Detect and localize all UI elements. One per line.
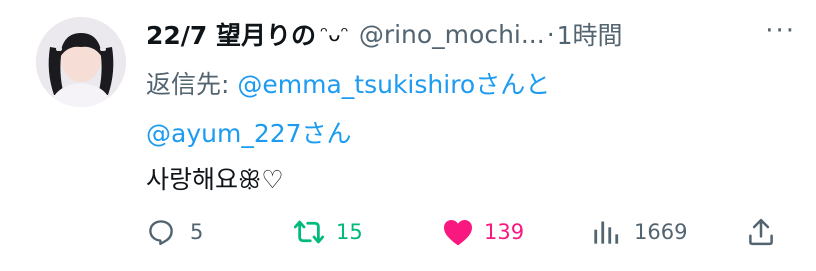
reply-suffix: さん [301, 119, 352, 148]
reply-and: さんと [475, 70, 551, 99]
retweet-icon [293, 220, 325, 244]
display-name[interactable]: 22/7 望月りの [146, 16, 316, 52]
views-button[interactable]: 1669 [592, 212, 687, 252]
mention-link[interactable]: @ayum_227 [146, 119, 302, 148]
reply-button[interactable]: 5 [146, 212, 203, 252]
like-button[interactable]: 139 [442, 212, 524, 252]
retweet-count: 15 [336, 220, 363, 244]
reply-context: 返信先: @emma_tsukishiroさんと @ayum_227さん [146, 60, 566, 158]
timestamp[interactable]: 1時間 [557, 16, 623, 52]
avatar[interactable] [36, 17, 126, 107]
share-button[interactable] [746, 212, 776, 252]
heart-icon [444, 220, 472, 246]
avatar-image [36, 17, 126, 107]
mention-link[interactable]: @emma_tsukishiro [237, 70, 475, 99]
reply-prefix: 返信先: [146, 70, 238, 99]
like-count: 139 [484, 220, 525, 244]
user-handle[interactable]: @rino_mochi... [359, 20, 545, 49]
retweet-button[interactable]: 15 [292, 212, 363, 252]
reply-icon [149, 220, 173, 246]
tweet-header: 22/7 望月りの ᵔᴗᵔ @rino_mochi... · 1時間 ··· [146, 14, 796, 54]
tweet-text: 사랑해요ꕥ♡ [146, 165, 284, 194]
name-emoji: ᵔᴗᵔ [320, 22, 349, 46]
reply-count: 5 [190, 220, 204, 244]
separator-dot: · [546, 19, 555, 49]
views-icon [594, 221, 619, 244]
view-count: 1669 [634, 220, 688, 244]
more-options-icon[interactable]: ··· [765, 16, 796, 46]
action-bar: 5 15 139 1669 [146, 212, 786, 252]
tweet-card[interactable]: 22/7 望月りの ᵔᴗᵔ @rino_mochi... · 1時間 ··· 返… [0, 0, 816, 271]
share-icon [749, 218, 773, 246]
